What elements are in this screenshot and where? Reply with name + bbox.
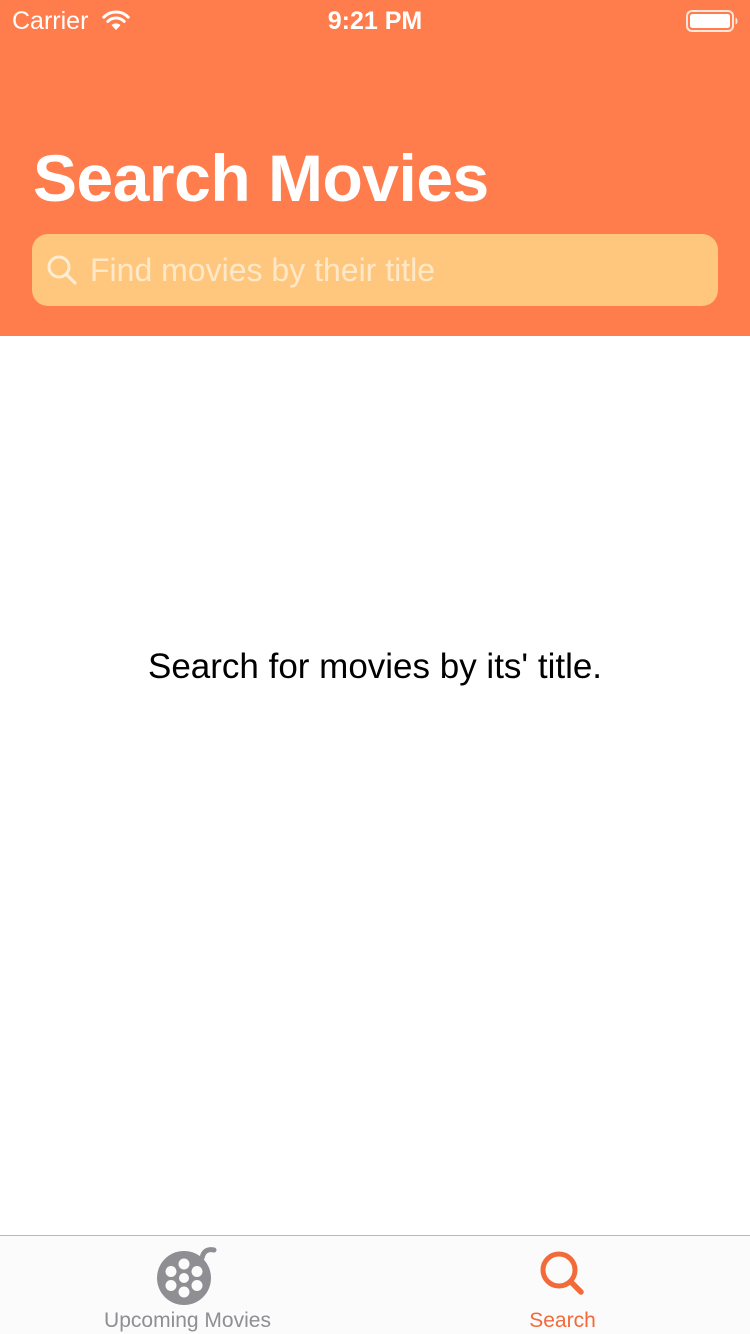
- tab-search[interactable]: Search: [375, 1236, 750, 1334]
- tab-upcoming-movies[interactable]: Upcoming Movies: [0, 1236, 375, 1334]
- tab-upcoming-movies-label: Upcoming Movies: [104, 1309, 271, 1332]
- empty-state-message: Search for movies by its' title.: [147, 647, 603, 686]
- search-icon: [540, 1251, 584, 1295]
- header: Carrier 9:21 PM Search Movies: [0, 0, 750, 336]
- page-title: Search Movies: [33, 141, 489, 215]
- search-input[interactable]: [90, 234, 710, 306]
- tab-bar: Upcoming Movies Search: [0, 1235, 750, 1334]
- film-reel-icon: [157, 1247, 217, 1305]
- screen: Carrier 9:21 PM Search Movies Search for…: [0, 0, 750, 1334]
- tab-search-label: Search: [529, 1309, 596, 1332]
- battery-icon: [686, 10, 738, 32]
- search-bar[interactable]: [32, 234, 718, 306]
- search-icon: [47, 255, 77, 285]
- status-bar: Carrier 9:21 PM: [0, 0, 750, 40]
- status-time: 9:21 PM: [327, 7, 423, 35]
